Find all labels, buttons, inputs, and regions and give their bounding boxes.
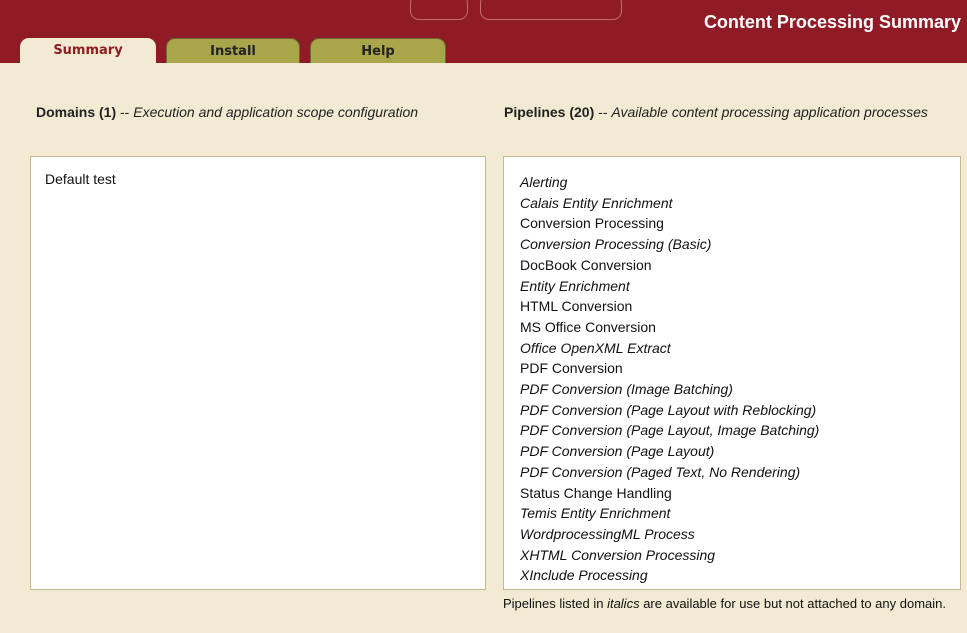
pipeline-item[interactable]: Temis Entity Enrichment	[520, 503, 819, 524]
pipeline-item[interactable]: Status Change Handling	[520, 483, 819, 504]
domain-item[interactable]: Default test	[45, 171, 116, 187]
pipelines-list: Alerting Calais Entity Enrichment Conversi…	[520, 172, 819, 586]
pipeline-item[interactable]: Alerting	[520, 172, 819, 193]
pipeline-item[interactable]: XHTML Conversion Processing	[520, 545, 819, 566]
domains-title: Domains (1)	[36, 104, 117, 120]
pipeline-item[interactable]: Entity Enrichment	[520, 276, 819, 297]
pipeline-item[interactable]: HTML Conversion	[520, 296, 819, 317]
pipelines-list-panel[interactable]: Alerting Calais Entity Enrichment Conversi…	[503, 156, 961, 590]
tab-summary[interactable]: Summary	[20, 38, 156, 66]
pipeline-item[interactable]: PDF Conversion (Page Layout)	[520, 441, 819, 462]
note-text-before: Pipelines listed in	[503, 596, 608, 611]
domains-separator: --	[116, 104, 134, 120]
pipeline-item[interactable]: Office OpenXML Extract	[520, 338, 819, 359]
header-button-wide[interactable]	[480, 0, 622, 20]
pipeline-item[interactable]: XInclude Processing	[520, 565, 819, 586]
pipelines-heading: Pipelines (20) -- Available content proc…	[504, 101, 954, 123]
pipeline-item[interactable]: PDF Conversion (Page Layout, Image Batch…	[520, 420, 819, 441]
pipelines-separator: --	[594, 104, 612, 120]
pipeline-item[interactable]: PDF Conversion	[520, 358, 819, 379]
domains-heading: Domains (1) -- Execution and application…	[36, 101, 466, 123]
note-text-after: are available for use but not attached t…	[639, 596, 946, 611]
content-area: Domains (1) -- Execution and application…	[0, 63, 967, 633]
pipelines-description: Available content processing application…	[611, 104, 928, 120]
pipeline-item[interactable]: MS Office Conversion	[520, 317, 819, 338]
pipeline-item[interactable]: DocBook Conversion	[520, 255, 819, 276]
note-emphasis: italics	[607, 596, 640, 611]
pipeline-item[interactable]: Calais Entity Enrichment	[520, 193, 819, 214]
pipelines-title: Pipelines (20)	[504, 104, 595, 120]
pipeline-item[interactable]: PDF Conversion (Page Layout with Reblock…	[520, 400, 819, 421]
page-title: Content Processing Summary	[703, 12, 961, 32]
pipeline-item[interactable]: PDF Conversion (Paged Text, No Rendering…	[520, 462, 819, 483]
italics-note: Pipelines listed in italics are availabl…	[503, 594, 965, 613]
pipeline-item[interactable]: Conversion Processing (Basic)	[520, 234, 819, 255]
pipeline-item[interactable]: PDF Conversion (Image Batching)	[520, 379, 819, 400]
tab-help[interactable]: Help	[310, 38, 446, 63]
pipeline-item[interactable]: Conversion Processing	[520, 213, 819, 234]
domains-description: Execution and application scope configur…	[133, 104, 419, 120]
pipeline-item[interactable]: WordprocessingML Process	[520, 524, 819, 545]
tab-install[interactable]: Install	[166, 38, 300, 63]
header-button-small[interactable]	[410, 0, 468, 20]
domains-list-panel[interactable]: Default test	[30, 156, 486, 590]
